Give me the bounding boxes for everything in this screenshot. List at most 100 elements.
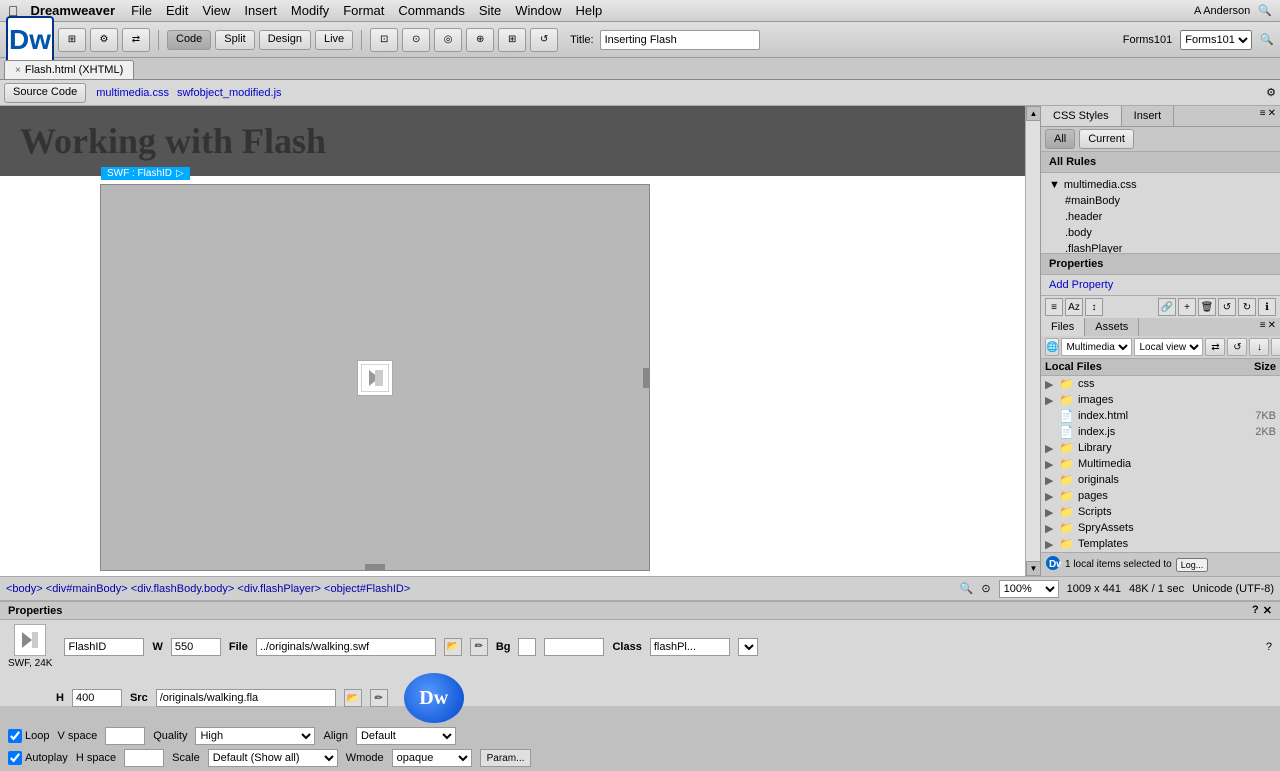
panel-options-icon[interactable]: ≡ [1260,108,1266,124]
settings-btn[interactable]: ⚙ [90,28,118,52]
refresh2-btn[interactable]: ↺ [530,28,558,52]
css-rule-flashplayer[interactable]: .flashPlayer [1045,241,1276,253]
prop-link-icon[interactable]: 🔗 [1158,298,1176,316]
css-rule-header[interactable]: .header [1045,209,1276,225]
menu-file[interactable]: File [131,3,152,18]
zoom-icon[interactable]: ⊙ [981,582,990,595]
menu-edit[interactable]: Edit [166,3,188,18]
css-file-link[interactable]: multimedia.css [96,87,169,99]
zoom-select[interactable]: 100% [999,580,1059,598]
put-btn[interactable]: ↑ [1271,338,1280,356]
design-scrollbar[interactable]: ▲ ▼ [1025,106,1040,576]
sync-btn[interactable]: ⇄ [122,28,150,52]
css-styles-tab[interactable]: CSS Styles [1041,106,1122,126]
search-icon[interactable]: 🔍 [1258,4,1272,17]
src-input[interactable] [156,689,336,707]
path-flashplayer[interactable]: <div.flashPlayer> [237,583,321,595]
file-input[interactable] [256,638,436,656]
settings-icon[interactable]: ⚙ [1266,86,1276,99]
visual-aids-btn[interactable]: ⊡ [370,28,398,52]
all-sub-tab[interactable]: All [1045,129,1075,149]
menu-window[interactable]: Window [515,3,561,18]
css-rule-multimedia[interactable]: ▼ multimedia.css [1045,177,1276,193]
prop-az-icon[interactable]: Az [1065,298,1083,316]
params-btn[interactable]: Param... [480,749,532,767]
refresh-files-btn[interactable]: ↺ [1227,338,1247,356]
quality-select[interactable]: High [195,727,315,745]
height-input[interactable] [72,689,122,707]
assets-tab[interactable]: Assets [1085,318,1139,336]
prop-undo-icon[interactable]: ↺ [1218,298,1236,316]
path-object[interactable]: <object#FlashID> [324,583,410,595]
src-browse-btn[interactable]: 📂 [344,689,362,707]
workspace-switcher[interactable]: ⊞ [58,28,86,52]
file-edit-btn[interactable]: ✏ [470,638,488,656]
prop-sort-icon[interactable]: ↕ [1085,298,1103,316]
workspace-select[interactable]: Forms101 [1180,30,1252,50]
js-file-link[interactable]: swfobject_modified.js [177,87,282,99]
panel-close-icon[interactable]: ✕ [1268,108,1276,124]
menu-commands[interactable]: Commands [398,3,464,18]
file-item-index-html[interactable]: ▶ 📄 index.html 7KB [1041,408,1280,424]
main-tab[interactable]: × Flash.html (XHTML) [4,60,134,79]
current-sub-tab[interactable]: Current [1079,129,1134,149]
file-item-originals[interactable]: ▶ 📁 originals [1041,472,1280,488]
connect-btn[interactable]: ⇄ [1205,338,1225,356]
prop-new-icon[interactable]: + [1178,298,1196,316]
resize-handle-right[interactable] [643,368,649,388]
flash-content[interactable] [101,185,649,570]
bg-value-input[interactable] [544,638,604,656]
path-body[interactable]: <body> [6,583,43,595]
prop-trash-icon[interactable]: 🗑 [1198,298,1216,316]
zoom-btn[interactable]: ⊕ [466,28,494,52]
site-select[interactable]: Multimedia [1061,338,1132,356]
scroll-down-arrow[interactable]: ▼ [1026,561,1040,576]
autoplay-check-label[interactable]: Autoplay [8,751,68,765]
files-tab[interactable]: Files [1041,318,1085,336]
refresh-btn[interactable]: ⊙ [402,28,430,52]
scale-select[interactable]: Default (Show all) [208,749,338,767]
props-help-icon[interactable]: ? [1252,604,1259,617]
loop-checkbox[interactable] [8,729,22,743]
add-property-link[interactable]: Add Property [1049,279,1113,291]
resize-handle-bottom[interactable] [365,564,385,570]
scroll-up-arrow[interactable]: ▲ [1026,106,1040,121]
wmode-select[interactable]: opaque [392,749,472,767]
file-item-pages[interactable]: ▶ 📁 pages [1041,488,1280,504]
width-input[interactable] [171,638,221,656]
prop-list-icon[interactable]: ≡ [1045,298,1063,316]
css-rule-mainbody[interactable]: #mainBody [1045,193,1276,209]
scroll-track[interactable] [1026,121,1040,561]
insert-tab[interactable]: Insert [1122,106,1175,126]
align-select[interactable]: Default [356,727,456,745]
inspect-icon[interactable]: 🔍 [960,582,974,595]
vspace-input[interactable] [105,727,145,745]
src-edit-btn[interactable]: ✏ [370,689,388,707]
file-item-spryassets[interactable]: ▶ 📁 SpryAssets [1041,520,1280,536]
class-input[interactable] [650,638,730,656]
prop-redo-icon[interactable]: ↻ [1238,298,1256,316]
path-flashbody[interactable]: <div.flashBody.body> [131,583,235,595]
props-close-icon[interactable]: ✕ [1263,604,1272,617]
hspace-input[interactable] [124,749,164,767]
menu-help[interactable]: Help [575,3,602,18]
prop-info-icon[interactable]: ℹ [1258,298,1276,316]
code-btn[interactable]: Code [167,30,211,50]
title-input[interactable] [600,30,760,50]
file-item-css[interactable]: ▶ 📁 css [1041,376,1280,392]
log-btn[interactable]: Log... [1176,558,1209,572]
split-btn[interactable]: Split [215,30,254,50]
design-btn[interactable]: Design [259,30,311,50]
menu-modify[interactable]: Modify [291,3,329,18]
menu-insert[interactable]: Insert [244,3,277,18]
file-item-library[interactable]: ▶ 📁 Library [1041,440,1280,456]
bg-color-box[interactable] [518,638,536,656]
menu-format[interactable]: Format [343,3,384,18]
files-options-icon[interactable]: ≡ [1260,320,1266,334]
file-item-scripts[interactable]: ▶ 📁 Scripts [1041,504,1280,520]
grid-btn[interactable]: ⊞ [498,28,526,52]
props-help-btn[interactable]: ? [1266,641,1272,653]
file-item-multimedia[interactable]: ▶ 📁 Multimedia [1041,456,1280,472]
get-btn[interactable]: ↓ [1249,338,1269,356]
source-code-btn[interactable]: Source Code [4,83,86,103]
